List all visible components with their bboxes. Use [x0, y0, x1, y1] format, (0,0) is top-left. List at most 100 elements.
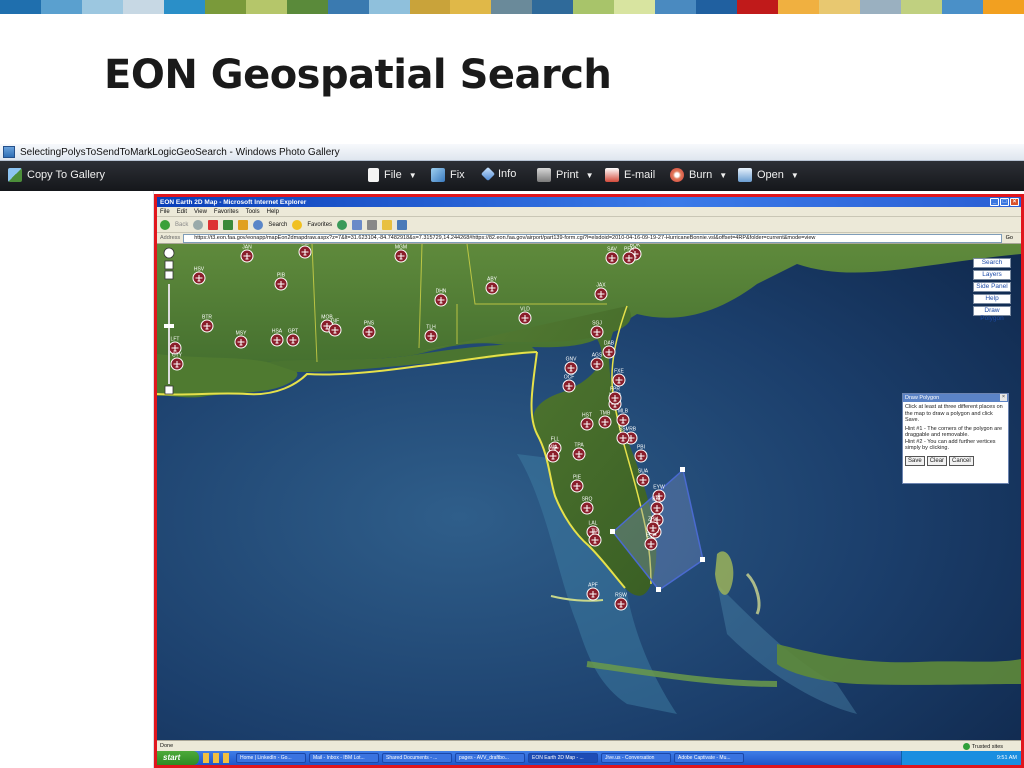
back-icon[interactable] [160, 219, 170, 230]
airport-code-label: TPA [574, 443, 584, 449]
ie-menu-help[interactable]: Help [267, 209, 279, 215]
taskbar-item[interactable]: Adobe Captivate - Mu... [674, 753, 744, 763]
search-label[interactable]: Search [268, 222, 287, 228]
airport-code-label: DHN [436, 289, 447, 295]
airport-marker[interactable]: TMB [598, 411, 612, 429]
cancel-button[interactable]: Cancel [949, 455, 974, 466]
airport-marker[interactable]: AGS [590, 353, 604, 371]
polygon-vertex-handle[interactable] [610, 529, 615, 534]
map-layers-button[interactable]: Layers [973, 270, 1011, 280]
favorites-star-icon[interactable] [292, 219, 303, 230]
forward-icon[interactable] [193, 219, 204, 230]
ie-menu-tools[interactable]: Tools [246, 209, 260, 215]
airport-marker[interactable]: JAX [594, 283, 608, 301]
airport-marker[interactable]: SGJ [590, 321, 604, 339]
airport-marker[interactable]: MEI [298, 244, 312, 259]
polygon-vertex-handle[interactable] [680, 467, 685, 472]
airport-marker[interactable]: LFT [168, 337, 182, 355]
airport-marker[interactable]: FPR [608, 387, 622, 405]
stop-icon[interactable] [208, 219, 219, 230]
favorites-label[interactable]: Favorites [307, 222, 332, 228]
search-icon[interactable] [253, 219, 264, 230]
airport-marker[interactable]: BKL [650, 497, 664, 515]
close-icon[interactable]: × [1010, 198, 1019, 206]
maximize-icon[interactable]: □ [1000, 198, 1009, 206]
airport-marker[interactable]: GPT [286, 329, 300, 347]
taskbar-item[interactable]: Mail - Inbox - IBM Lot... [309, 753, 379, 763]
quick-launch-icons[interactable] [203, 753, 233, 763]
folder-icon[interactable] [382, 219, 393, 230]
airport-marker[interactable]: MLB [616, 409, 630, 427]
home-icon[interactable] [238, 219, 249, 230]
taskbar-item[interactable]: Jive.us - Conversation [601, 753, 671, 763]
info-button[interactable]: Info [480, 166, 516, 182]
map-canvas[interactable]: JANMEIMGMHSVPIBBTRMSYLFTMOBGPTHSAPNSTLHD… [157, 244, 1021, 740]
minimize-icon[interactable]: _ [990, 198, 999, 206]
airport-marker[interactable]: BTR [200, 315, 214, 333]
close-icon[interactable]: × [1000, 394, 1007, 401]
address-input[interactable]: https://t3.eon.faa.gov/eonapp/mapEon2dma… [183, 233, 1002, 243]
taskbar-item[interactable]: pages - AVV_draftbo... [455, 753, 525, 763]
history-icon[interactable] [337, 219, 348, 230]
ie-menu-file[interactable]: File [160, 209, 170, 215]
taskbar-item-active[interactable]: EON Earth 2D Map - ... [528, 753, 598, 763]
burn-menu-button[interactable]: Burn ▼ [670, 168, 727, 182]
clear-button[interactable]: Clear [926, 455, 948, 466]
print-icon[interactable] [367, 219, 378, 230]
airport-marker[interactable]: RSW [614, 593, 628, 611]
airport-marker[interactable]: ABY [485, 277, 499, 295]
airport-marker[interactable]: MSY [234, 331, 248, 349]
go-button[interactable]: Go [1006, 235, 1013, 241]
polygon-vertex-handle[interactable] [700, 557, 705, 562]
print-menu-button[interactable]: Print ▼ [537, 168, 594, 182]
satellite-map[interactable]: JANMEIMGMHSVPIBBTRMSYLFTMOBGPTHSAPNSTLHD… [157, 244, 1021, 740]
fix-button[interactable]: Fix [431, 168, 465, 182]
airport-marker[interactable]: CTY [170, 353, 184, 371]
email-button[interactable]: E-mail [605, 168, 655, 182]
airport-marker[interactable]: TPA [572, 443, 586, 461]
airport-marker[interactable]: HSV [192, 267, 206, 285]
airport-marker[interactable]: DAB [602, 341, 616, 359]
airport-marker[interactable]: HSA [270, 329, 284, 347]
airport-marker[interactable]: ECP [644, 533, 658, 551]
airport-marker[interactable]: PFN [622, 247, 636, 265]
map-draw-polygon-button[interactable]: Draw Polygon [973, 306, 1011, 322]
airport-marker[interactable]: MIA [546, 445, 560, 463]
airport-marker[interactable]: SUA [636, 469, 650, 487]
save-button[interactable]: Save [905, 455, 925, 466]
airport-marker[interactable]: JAN [240, 245, 254, 263]
draw-polygon-instructions: Click at least at three different places… [905, 404, 1003, 423]
taskbar-item[interactable]: Home | LinkedIn - Go... [236, 753, 306, 763]
ie-menu-view[interactable]: View [194, 209, 207, 215]
airport-marker[interactable]: DHN [434, 289, 448, 307]
airport-marker[interactable]: ZPH [646, 517, 660, 535]
airport-code-label: MSY [236, 331, 248, 337]
messenger-icon[interactable] [397, 219, 408, 230]
copy-to-gallery-button[interactable]: Copy To Gallery [8, 168, 105, 182]
airport-marker[interactable]: APF [586, 583, 600, 601]
airport-marker[interactable]: PNS [362, 321, 376, 339]
ie-menu-favorites[interactable]: Favorites [214, 209, 239, 215]
airport-marker[interactable]: SAV [605, 247, 619, 265]
mail-icon[interactable] [352, 219, 363, 230]
airport-marker[interactable]: HST [580, 413, 594, 431]
open-menu-button[interactable]: Open ▼ [738, 168, 799, 182]
airport-marker[interactable]: GNV [564, 357, 578, 375]
map-help-button[interactable]: Help [973, 294, 1011, 304]
info-icon [480, 166, 496, 182]
ie-menu-edit[interactable]: Edit [177, 209, 187, 215]
airport-marker[interactable]: FXE [612, 369, 626, 387]
taskbar-item[interactable]: Shared Documents - ... [382, 753, 452, 763]
airport-marker[interactable]: VLD [518, 307, 532, 325]
start-button[interactable]: start [157, 751, 199, 765]
map-search-button[interactable]: Search [973, 258, 1011, 268]
map-side-panel-button[interactable]: Side Panel [973, 282, 1011, 292]
airport-marker[interactable]: SRQ [580, 497, 594, 515]
polygon-vertex-handle[interactable] [656, 587, 661, 592]
airport-marker[interactable]: MGM [394, 245, 408, 263]
refresh-icon[interactable] [223, 219, 234, 230]
file-menu-button[interactable]: File ▼ [368, 168, 417, 182]
airport-marker[interactable]: OCF [562, 375, 576, 393]
draw-polygon-panel: Draw Polygon × Click at least at three d… [902, 393, 1009, 484]
airport-marker[interactable]: TLH [424, 325, 438, 343]
